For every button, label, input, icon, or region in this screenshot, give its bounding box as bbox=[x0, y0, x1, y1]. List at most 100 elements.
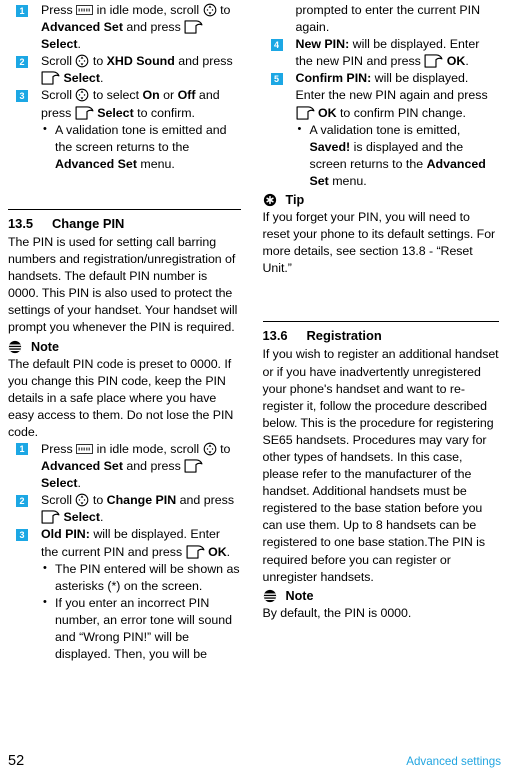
step-list-change-pin-continued: 4 New PIN: will be displayed. Enter the n… bbox=[263, 36, 500, 190]
sub-bullet-list: A validation tone is emitted and the scr… bbox=[41, 121, 241, 173]
emphasis-text: Change PIN bbox=[106, 493, 177, 508]
soft-key-icon bbox=[184, 459, 203, 473]
manual-page: 1 Press in idle mode, scroll to Advanced … bbox=[0, 0, 509, 778]
step-text: Scroll to XHD Sound and press Select. bbox=[41, 54, 233, 86]
left-column: 1 Press in idle mode, scroll to Advanced … bbox=[0, 2, 255, 663]
note-paragraph: By default, the PIN is 0000. bbox=[262, 605, 412, 620]
section-heading-13-6: 13.6 Registration bbox=[263, 327, 500, 345]
navigation-scroll-icon bbox=[76, 89, 89, 102]
note-icon bbox=[263, 589, 276, 602]
step-item: 2 Scroll to XHD Sound and press Select. bbox=[8, 53, 241, 87]
page-footer: 52 Advanced settings bbox=[0, 753, 509, 770]
navigation-scroll-icon bbox=[203, 3, 216, 17]
soft-key-icon bbox=[41, 71, 60, 86]
emphasis-text: Select bbox=[60, 71, 100, 86]
emphasis-text: Select bbox=[93, 105, 134, 120]
page-number: 52 bbox=[8, 753, 25, 769]
emphasis-text: New PIN: bbox=[295, 37, 350, 52]
continuation-text-block: prompted to enter the current PIN again. bbox=[263, 2, 500, 36]
step-item: 5 Confirm PIN: will be displayed. Enter t… bbox=[263, 70, 500, 121]
step-text: Scroll to Change PIN and press Select. bbox=[41, 493, 235, 525]
soft-key-icon bbox=[424, 54, 443, 68]
soft-key-icon bbox=[184, 20, 203, 34]
emphasis-text: OK bbox=[314, 105, 337, 120]
emphasis-text: Advanced Set bbox=[41, 20, 123, 35]
section-divider bbox=[262, 321, 499, 323]
emphasis-text: XHD Sound bbox=[106, 54, 175, 69]
emphasis-text: Off bbox=[177, 88, 196, 103]
soft-key-icon bbox=[186, 544, 205, 559]
continuation-text: prompted to enter the current PIN again. bbox=[295, 3, 481, 35]
navigation-scroll-icon bbox=[76, 54, 89, 68]
emphasis-text: On bbox=[142, 88, 160, 103]
soft-key-icon bbox=[296, 105, 314, 120]
emphasis-text: OK bbox=[204, 544, 227, 559]
emphasis-text: Confirm PIN: bbox=[295, 71, 372, 86]
two-column-layout: 1 Press in idle mode, scroll to Advanced … bbox=[0, 0, 509, 663]
step-number-badge: 3 bbox=[16, 528, 28, 541]
step-item: 3 Old PIN: will be displayed. Enter the c… bbox=[8, 526, 241, 560]
emphasis-text: Saved! bbox=[309, 139, 351, 154]
section-intro-paragraph: If you wish to register an additional ha… bbox=[262, 347, 499, 584]
bullet-item: A validation tone is emitted and the scr… bbox=[41, 121, 241, 173]
bullet-item: The PIN entered will be shown as asteris… bbox=[41, 560, 241, 595]
step-item: 3 Scroll to select On or Off and press Se… bbox=[8, 87, 241, 121]
menu-key-icon bbox=[76, 444, 94, 454]
sub-bullet-list: A validation tone is emitted, Saved! is … bbox=[296, 121, 500, 190]
note-paragraph: The default PIN code is preset to 0000. … bbox=[8, 356, 234, 439]
soft-key-icon bbox=[75, 105, 94, 120]
step-text: Press in idle mode, scroll to Advanced S… bbox=[41, 3, 231, 52]
bullet-item: A validation tone is emitted, Saved! is … bbox=[296, 121, 500, 190]
tip-paragraph: If you forget your PIN, you will need to… bbox=[262, 210, 496, 276]
section-intro-paragraph: The PIN is used for setting call barring… bbox=[8, 234, 238, 335]
step-number-badge: 1 bbox=[16, 443, 28, 456]
step-item: 1 Press in idle mode, scroll to Advanced … bbox=[8, 441, 241, 492]
section-number: 13.6 bbox=[262, 328, 288, 344]
section-title: Change PIN bbox=[52, 215, 125, 231]
note-callout: Note bbox=[8, 338, 241, 356]
bullet-item: If you enter an incorrect PIN number, an… bbox=[41, 594, 241, 663]
navigation-scroll-icon bbox=[203, 442, 216, 456]
emphasis-text: Advanced Set bbox=[55, 156, 137, 171]
step-text: Press in idle mode, scroll to Advanced S… bbox=[41, 441, 231, 491]
step-item: 2 Scroll to Change PIN and press Select. bbox=[8, 492, 241, 526]
tip-callout: Tip bbox=[263, 191, 500, 209]
note-label: Note bbox=[31, 339, 59, 354]
tip-icon bbox=[263, 193, 276, 207]
step-text: Old PIN: will be displayed. Enter the cu… bbox=[41, 527, 231, 559]
soft-key-icon bbox=[41, 510, 60, 524]
step-item: 4 New PIN: will be displayed. Enter the n… bbox=[263, 36, 500, 70]
navigation-scroll-icon bbox=[76, 493, 89, 507]
step-text: Confirm PIN: will be displayed. Enter th… bbox=[295, 71, 488, 120]
emphasis-text: Old PIN: bbox=[41, 527, 90, 542]
section-divider bbox=[8, 208, 241, 210]
section-number: 13.5 bbox=[8, 215, 34, 231]
step-number-badge: 3 bbox=[16, 89, 28, 102]
tip-label: Tip bbox=[285, 193, 305, 208]
step-number-badge: 2 bbox=[16, 494, 28, 507]
emphasis-text: OK bbox=[443, 54, 466, 69]
emphasis-text: Advanced Set bbox=[41, 459, 123, 474]
step-number-badge: 2 bbox=[16, 55, 28, 68]
emphasis-text: Select bbox=[60, 510, 100, 525]
menu-key-icon bbox=[76, 5, 94, 15]
step-item: 1 Press in idle mode, scroll to Advanced … bbox=[8, 2, 241, 53]
emphasis-text: Advanced Set bbox=[309, 156, 486, 188]
running-head: Advanced settings bbox=[406, 755, 501, 768]
step-list-change-pin: 1 Press in idle mode, scroll to Advanced … bbox=[8, 441, 241, 663]
emphasis-text: Select bbox=[41, 476, 78, 491]
right-column: prompted to enter the current PIN again.… bbox=[255, 2, 509, 663]
step-number-badge: 4 bbox=[270, 38, 283, 51]
note-label: Note bbox=[285, 588, 314, 603]
step-number-badge: 5 bbox=[270, 72, 283, 85]
step-number-badge: 1 bbox=[16, 4, 28, 17]
step-text: New PIN: will be displayed. Enter the ne… bbox=[295, 37, 480, 69]
note-icon bbox=[8, 340, 22, 353]
step-text: Scroll to select On or Off and press Sel… bbox=[41, 88, 220, 120]
section-heading-13-5: 13.5 Change PIN bbox=[8, 215, 241, 233]
sub-bullet-list: The PIN entered will be shown as asteris… bbox=[41, 560, 241, 664]
emphasis-text: Select bbox=[41, 37, 78, 52]
